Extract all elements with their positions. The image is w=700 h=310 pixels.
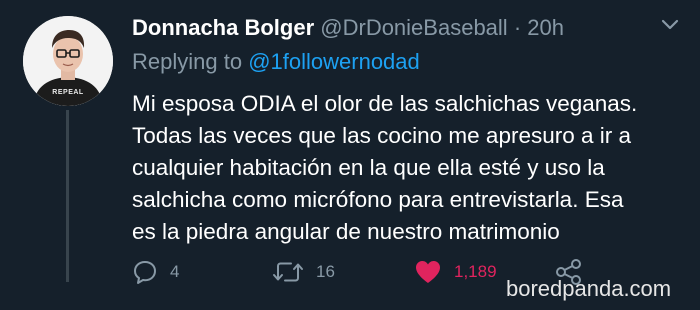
retweet-icon: [272, 259, 304, 285]
avatar-shirt-text: REPEAL: [52, 89, 84, 96]
reply-button[interactable]: 4: [132, 258, 179, 286]
separator-dot: ·: [513, 15, 522, 40]
like-count: 1,189: [454, 262, 497, 281]
heart-icon: [414, 259, 442, 285]
avatar[interactable]: REPEAL: [23, 16, 113, 106]
chevron-down-icon[interactable]: [660, 18, 680, 32]
tweet-text-line: Mi esposa ODIA el olor de las salchichas…: [132, 91, 638, 116]
tweet-text-line: es la piedra angular de nuestro matrimon…: [132, 219, 560, 244]
thread-line: [66, 110, 69, 282]
reply-icon: [132, 259, 158, 285]
tweet-text: Mi esposa ODIA el olor de las salchichas…: [132, 88, 672, 248]
retweet-count: 16: [316, 262, 335, 281]
tweet-text-line: Todas las veces que las cocino me apresu…: [132, 123, 632, 148]
tweet-text-line: salchicha como micrófono para entrevista…: [132, 187, 624, 212]
replying-to-mention[interactable]: @1followernodad: [248, 49, 420, 74]
tweet-text-line: cualquier habitación en la que ella esté…: [132, 155, 605, 180]
avatar-photo: REPEAL: [23, 16, 113, 106]
timestamp[interactable]: 20h: [527, 15, 564, 40]
watermark: boredpanda.com: [506, 276, 672, 301]
reply-count: 4: [170, 262, 180, 281]
replying-to-label: Replying to: [132, 49, 243, 74]
tweet[interactable]: REPEAL Donnacha Bolger @DrDonieBaseball …: [0, 0, 700, 310]
like-button[interactable]: 1,189: [414, 258, 497, 286]
tweet-header: Donnacha Bolger @DrDonieBaseball · 20h: [132, 14, 564, 42]
user-handle[interactable]: @DrDonieBaseball: [320, 15, 507, 40]
replying-to: Replying to @1followernodad: [132, 48, 420, 76]
retweet-button[interactable]: 16: [272, 258, 335, 286]
display-name[interactable]: Donnacha Bolger: [132, 15, 314, 40]
